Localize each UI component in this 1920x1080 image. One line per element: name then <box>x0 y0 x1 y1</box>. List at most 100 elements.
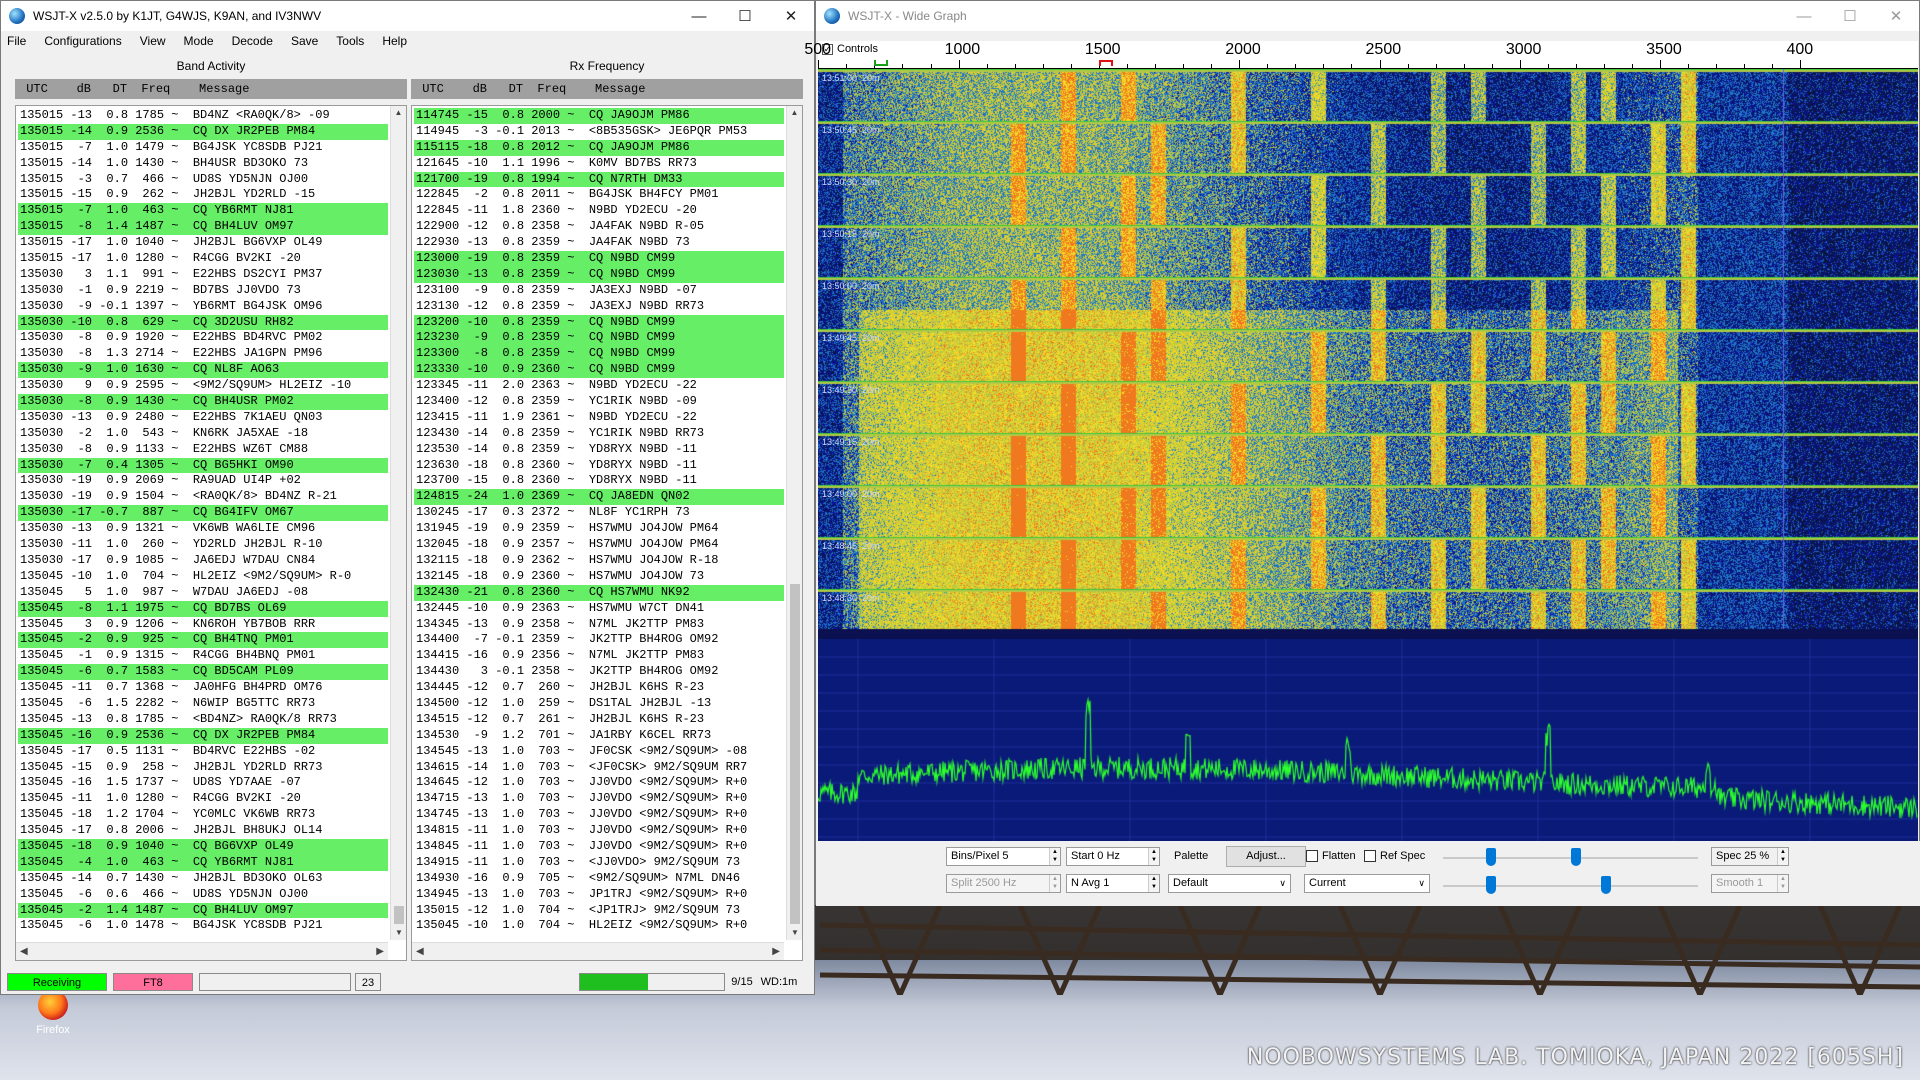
rx-frequency-list[interactable]: 114745 -15 0.8 2000 ~ CQ JA9OJM PM86 1149… <box>414 108 784 940</box>
decode-row[interactable]: 134400 -7 -0.1 2359 ~ JK2TTP BH4ROG OM92 <box>414 632 784 648</box>
decode-row[interactable]: 134515 -12 0.7 261 ~ JH2BJL K6HS R-23 <box>414 712 784 728</box>
decode-row[interactable]: 135015 -17 1.0 1280 ~ R4CGG BV2KI -20 <box>18 251 388 267</box>
spectrum-display[interactable] <box>818 639 1918 841</box>
decode-row[interactable]: 135030 3 1.1 991 ~ E22HBS DS2CYI PM37 <box>18 267 388 283</box>
decode-row[interactable]: 135030 -1 0.9 2219 ~ BD7BS JJ0VDO 73 <box>18 283 388 299</box>
decode-row[interactable]: 135045 -17 0.5 1131 ~ BD4RVC E22HBS -02 <box>18 744 388 760</box>
flatten-checkbox[interactable]: Flatten <box>1306 850 1356 862</box>
minimize-button[interactable]: — <box>1781 1 1827 31</box>
decode-row[interactable]: 134615 -14 1.0 703 ~ <JF0CSK> 9M2/SQ9UM … <box>414 760 784 776</box>
decode-row[interactable]: 134715 -13 1.0 703 ~ JJ0VDO <9M2/SQ9UM> … <box>414 791 784 807</box>
decode-row[interactable]: 123100 -9 0.8 2359 ~ JA3EXJ N9BD -07 <box>414 283 784 299</box>
decode-row[interactable]: 134500 -12 1.0 259 ~ DS1TAL JH2BJL -13 <box>414 696 784 712</box>
decode-row[interactable]: 132145 -18 0.9 2360 ~ HS7WMU JO4JOW 73 <box>414 569 784 585</box>
decode-row[interactable]: 135015 -7 1.0 1479 ~ BG4JSK YC8SDB PJ21 <box>18 140 388 156</box>
menu-save[interactable]: Save <box>291 34 318 48</box>
decode-row[interactable]: 134815 -11 1.0 703 ~ JJ0VDO <9M2/SQ9UM> … <box>414 823 784 839</box>
decode-row[interactable]: 135045 5 1.0 987 ~ W7DAU JA6EDJ -08 <box>18 585 388 601</box>
decode-row[interactable]: 135030 -8 0.9 1430 ~ CQ BH4USR PM02 <box>18 394 388 410</box>
decode-row[interactable]: 123415 -11 1.9 2361 ~ N9BD YD2ECU -22 <box>414 410 784 426</box>
decode-row[interactable]: 135015 -3 0.7 466 ~ UD8S YD5NJN OJ00 <box>18 172 388 188</box>
decode-row[interactable]: 135045 -18 0.9 1040 ~ CQ BG6VXP OL49 <box>18 838 388 855</box>
spectrum-zero-slider[interactable] <box>1601 876 1611 894</box>
decode-row[interactable]: 132115 -18 0.9 2362 ~ HS7WMU JO4JOW R-18 <box>414 553 784 569</box>
decode-row[interactable]: 135030 -8 1.3 2714 ~ E22HBS JA1GPN PM96 <box>18 346 388 362</box>
decode-row[interactable]: 134345 -13 0.9 2358 ~ N7ML JK2TTP PM83 <box>414 617 784 633</box>
ref-spec-checkbox[interactable]: Ref Spec <box>1364 850 1425 862</box>
decode-row[interactable]: 134745 -13 1.0 703 ~ JJ0VDO <9M2/SQ9UM> … <box>414 807 784 823</box>
decode-row[interactable]: 123200 -10 0.8 2359 ~ CQ N9BD CM99 <box>414 314 784 331</box>
menu-configurations[interactable]: Configurations <box>44 34 121 48</box>
decode-row[interactable]: 123630 -18 0.8 2360 ~ YD8RYX N9BD -11 <box>414 458 784 474</box>
decode-row[interactable]: 135045 -16 0.9 2536 ~ CQ DX JR2PEB PM84 <box>18 727 388 744</box>
decode-row[interactable]: 135015 -7 1.0 463 ~ CQ YB6RMT NJ81 <box>18 203 388 220</box>
decode-row[interactable]: 123400 -12 0.8 2359 ~ YC1RIK N9BD -09 <box>414 394 784 410</box>
decode-row[interactable]: 123700 -15 0.8 2360 ~ YD8RYX N9BD -11 <box>414 473 784 489</box>
bins-per-pixel-spinbox[interactable]: Bins/Pixel 5 ▲ ▼ <box>946 847 1061 866</box>
rx-frequency-marker[interactable] <box>874 60 889 66</box>
decode-row[interactable]: 131945 -19 0.9 2359 ~ HS7WMU JO4JOW PM64 <box>414 521 784 537</box>
main-titlebar[interactable]: WSJT-X v2.5.0 by K1JT, G4WJS, K9AN, and … <box>1 1 814 31</box>
decode-row[interactable]: 135045 -11 1.0 1280 ~ R4CGG BV2KI -20 <box>18 791 388 807</box>
decode-row[interactable]: 123345 -11 2.0 2363 ~ N9BD YD2ECU -22 <box>414 378 784 394</box>
maximize-button[interactable]: ☐ <box>1827 1 1873 31</box>
decode-row[interactable]: 135045 -16 1.5 1737 ~ UD8S YD7AAE -07 <box>18 775 388 791</box>
decode-row[interactable]: 135030 -11 1.0 260 ~ YD2RLD JH2BJL R-10 <box>18 537 388 553</box>
decode-row[interactable]: 135045 -6 1.0 1478 ~ BG4JSK YC8SDB PJ21 <box>18 918 388 934</box>
band-activity-vscroll[interactable]: ▲ ▼ <box>390 106 406 940</box>
decode-row[interactable]: 135045 3 0.9 1206 ~ KN6ROH YB7BOB RRR <box>18 617 388 633</box>
decode-row[interactable]: 123300 -8 0.8 2359 ~ CQ N9BD CM99 <box>414 346 784 363</box>
decode-row[interactable]: 135045 -14 0.7 1430 ~ JH2BJL BD3OKO OL63 <box>18 871 388 887</box>
decode-row[interactable]: 135030 -10 0.8 629 ~ CQ 3D2USU RH82 <box>18 314 388 331</box>
split-spinbox[interactable]: Split 2500 Hz ▲ ▼ <box>946 874 1061 893</box>
menu-mode[interactable]: Mode <box>184 34 214 48</box>
n-avg-spinbox[interactable]: N Avg 1 ▲ ▼ <box>1066 874 1160 893</box>
palette-select[interactable]: Default ∨ <box>1168 874 1291 893</box>
decode-row[interactable]: 134845 -11 1.0 703 ~ JJ0VDO <9M2/SQ9UM> … <box>414 839 784 855</box>
decode-row[interactable]: 130245 -17 0.3 2372 ~ NL8F YC1RPH 73 <box>414 505 784 521</box>
menu-tools[interactable]: Tools <box>336 34 364 48</box>
decode-row[interactable]: 135030 -9 1.0 1630 ~ CQ NL8F AO63 <box>18 362 388 379</box>
decode-row[interactable]: 135045 -1 0.9 1315 ~ R4CGG BH4BNQ PM01 <box>18 648 388 664</box>
decode-row[interactable]: 134530 -9 1.2 701 ~ JA1RBY K6CEL RR73 <box>414 728 784 744</box>
scroll-left-icon[interactable]: ◀ <box>20 946 28 957</box>
adjust-button[interactable]: Adjust... <box>1226 846 1306 867</box>
decode-row[interactable]: 135030 -2 1.0 543 ~ KN6RK JA5XAE -18 <box>18 426 388 442</box>
decode-row[interactable]: 122845 -2 0.8 2011 ~ BG4JSK BH4FCY PM01 <box>414 187 784 203</box>
spec-percent-spinbox[interactable]: Spec 25 % ▲ ▼ <box>1711 847 1789 866</box>
spectrum-canvas[interactable] <box>818 639 1918 841</box>
scroll-down-icon[interactable]: ▼ <box>787 926 803 940</box>
decode-row[interactable]: 135015 -14 0.9 2536 ~ CQ DX JR2PEB PM84 <box>18 123 388 140</box>
decode-row[interactable]: 135030 -9 -0.1 1397 ~ YB6RMT BG4JSK OM96 <box>18 299 388 315</box>
wide-graph-titlebar[interactable]: WSJT-X - Wide Graph — ☐ ✕ <box>816 1 1919 31</box>
spin-arrows-icon[interactable]: ▲ ▼ <box>1148 875 1159 892</box>
rx-frequency-hscroll[interactable]: ◀ ▶ <box>412 942 784 960</box>
decode-row[interactable]: 121645 -10 1.1 1996 ~ K0MV BD7BS RR73 <box>414 156 784 172</box>
decode-row[interactable]: 135030 -8 0.9 1133 ~ E22HBS WZ6T CM88 <box>18 442 388 458</box>
decode-row[interactable]: 132445 -10 0.9 2363 ~ HS7WMU W7CT DN41 <box>414 601 784 617</box>
scroll-up-icon[interactable]: ▲ <box>787 106 802 120</box>
decode-row[interactable]: 123330 -10 0.9 2360 ~ CQ N9BD CM99 <box>414 362 784 379</box>
start-frequency-spinbox[interactable]: Start 0 Hz ▲ ▼ <box>1066 847 1160 866</box>
menu-help[interactable]: Help <box>382 34 407 48</box>
decode-row[interactable]: 135045 -6 0.7 1583 ~ CQ BD5CAM PL09 <box>18 664 388 681</box>
decode-row[interactable]: 135015 -8 1.4 1487 ~ CQ BH4LUV OM97 <box>18 219 388 236</box>
decode-row[interactable]: 135045 -6 0.6 466 ~ UD8S YD5NJN OJ00 <box>18 887 388 903</box>
decode-row[interactable]: 134415 -16 0.9 2356 ~ N7ML JK2TTP PM83 <box>414 648 784 664</box>
spectrum-gain-slider[interactable] <box>1486 876 1496 894</box>
flatten-box[interactable] <box>1306 850 1318 862</box>
tx-frequency-marker[interactable] <box>1098 60 1113 66</box>
scroll-right-icon[interactable]: ▶ <box>772 946 780 957</box>
spin-arrows-icon[interactable]: ▲ ▼ <box>1148 848 1159 865</box>
decode-row[interactable]: 134945 -13 1.0 703 ~ JP1TRJ <9M2/SQ9UM> … <box>414 887 784 903</box>
waterfall-display[interactable]: 13:51:00 20m 13:50:45 20m 13:50:30 20m 13:50:1… <box>818 69 1918 639</box>
scroll-down-icon[interactable]: ▼ <box>391 926 407 940</box>
waterfall-gain-slider[interactable] <box>1486 848 1496 866</box>
scroll-up-icon[interactable]: ▲ <box>391 106 406 120</box>
decode-row[interactable]: 123530 -14 0.8 2359 ~ YD8RYX N9BD -11 <box>414 442 784 458</box>
decode-row[interactable]: 123430 -14 0.8 2359 ~ YC1RIK N9BD RR73 <box>414 426 784 442</box>
decode-row[interactable]: 114945 -3 -0.1 2013 ~ <8B535GSK> JE6PQR … <box>414 124 784 140</box>
decode-row[interactable]: 135045 -8 1.1 1975 ~ CQ BD7BS OL69 <box>18 600 388 617</box>
rx-frequency-panel[interactable]: 114745 -15 0.8 2000 ~ CQ JA9OJM PM86 1149… <box>411 105 803 961</box>
decode-row[interactable]: 134645 -12 1.0 703 ~ JJ0VDO <9M2/SQ9UM> … <box>414 775 784 791</box>
